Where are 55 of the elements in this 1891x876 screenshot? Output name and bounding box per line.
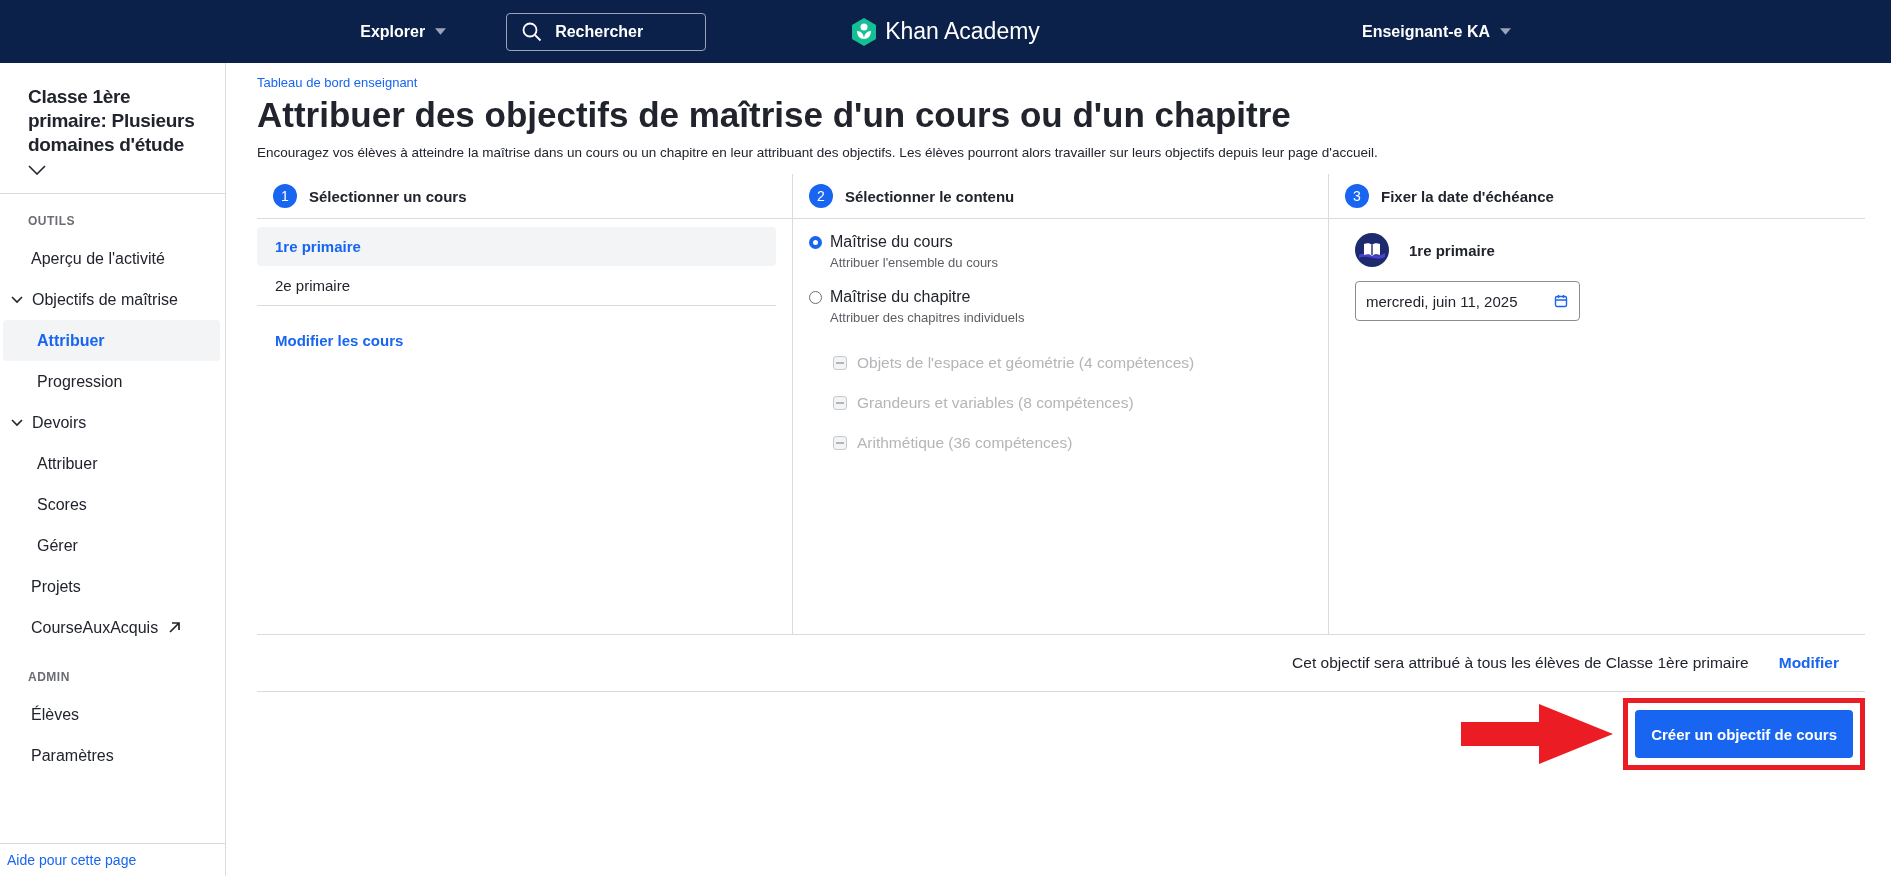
option-label: Maîtrise du cours bbox=[830, 233, 954, 251]
date-field[interactable]: mercredi, juin 11, 2025 bbox=[1355, 281, 1580, 321]
course-avatar-icon bbox=[1355, 233, 1389, 267]
modify-link[interactable]: Modifier bbox=[1778, 654, 1839, 672]
logo-text: Khan Academy bbox=[885, 18, 1040, 45]
course-option[interactable]: 2e primaire bbox=[257, 266, 776, 305]
step-number: 2 bbox=[809, 184, 833, 208]
nav-item[interactable]: Paramètres bbox=[3, 735, 220, 776]
chapter-label: Arithmétique (36 compétences) bbox=[857, 434, 1073, 452]
help-link[interactable]: Aide pour cette page bbox=[0, 843, 225, 876]
radio-button[interactable] bbox=[809, 236, 822, 249]
search-icon bbox=[522, 21, 543, 42]
nav-group[interactable]: Devoirs bbox=[3, 402, 220, 443]
calendar-icon bbox=[1554, 294, 1568, 308]
nav-item[interactable]: CourseAuxAcquis bbox=[3, 607, 220, 648]
class-title: Classe 1ère primaire: Plusieurs domaines d'étude bbox=[28, 85, 196, 157]
step-title: Sélectionner le contenu bbox=[845, 187, 1015, 205]
chapter-label: Grandeurs et variables (8 compétences) bbox=[857, 394, 1134, 412]
chevron-icon bbox=[11, 418, 23, 427]
user-menu[interactable]: Enseignant-e KA bbox=[1362, 22, 1511, 41]
option-description: Attribuer l'ensemble du cours bbox=[830, 255, 998, 270]
nav-item[interactable]: Progression bbox=[3, 361, 220, 402]
chevron-icon[interactable] bbox=[28, 165, 46, 175]
nav-item[interactable]: Attribuer bbox=[3, 443, 220, 484]
course-name: 1re primaire bbox=[1409, 241, 1495, 259]
chapter-label: Objets de l'espace et géométrie (4 compétences) bbox=[857, 354, 1195, 372]
caret-icon bbox=[1500, 28, 1511, 35]
section-heading: OUTILS bbox=[27, 213, 76, 230]
section-heading: ADMIN bbox=[27, 669, 71, 686]
step-title: Fixer la date d'échéance bbox=[1381, 187, 1554, 205]
chevron-icon bbox=[11, 295, 23, 304]
nav-item[interactable]: Scores bbox=[3, 484, 220, 525]
external-link-icon bbox=[168, 621, 182, 634]
nav-item[interactable]: Projets bbox=[3, 566, 220, 607]
page-description: Encouragez vos élèves à atteindre la maîtrise dans un cours ou un chapitre en leur attribuant des objectifs. Les élèves pourront alors travailler sur leurs objectifs depuis leur page d'accueil. bbox=[257, 145, 1379, 160]
caret-icon bbox=[435, 28, 447, 35]
assignment-note: Cet objectif sera attribué à tous les élèves de Classe 1ère primaire bbox=[1292, 654, 1749, 672]
page-title: Attribuer des objectifs de maîtrise d'un cours ou d'un chapitre bbox=[257, 95, 1292, 135]
step-title: Sélectionner un cours bbox=[309, 187, 467, 205]
nav-item[interactable]: Gérer bbox=[3, 525, 220, 566]
breadcrumb-link[interactable]: Tableau de bord enseignant bbox=[257, 75, 418, 90]
option-label: Maîtrise du chapitre bbox=[830, 288, 972, 306]
step-number: 3 bbox=[1345, 184, 1369, 208]
option-description: Attribuer des chapitres individuels bbox=[830, 310, 1025, 325]
nav-item[interactable]: Aperçu de l'activité bbox=[3, 238, 220, 279]
course-option[interactable]: 1re primaire bbox=[257, 227, 776, 266]
nav-item[interactable]: Élèves bbox=[3, 694, 220, 735]
search-field[interactable]: Rechercher bbox=[506, 12, 707, 51]
explore-menu[interactable]: Explorer bbox=[360, 22, 447, 41]
logo-icon bbox=[851, 17, 878, 46]
nav-item[interactable]: Attribuer bbox=[3, 320, 220, 361]
create-goal-button[interactable]: Créer un objectif de cours bbox=[1635, 710, 1853, 758]
step-number: 1 bbox=[273, 184, 297, 208]
nav-group[interactable]: Objectifs de maîtrise bbox=[3, 279, 220, 320]
modify-courses-link[interactable]: Modifier les cours bbox=[275, 332, 404, 349]
